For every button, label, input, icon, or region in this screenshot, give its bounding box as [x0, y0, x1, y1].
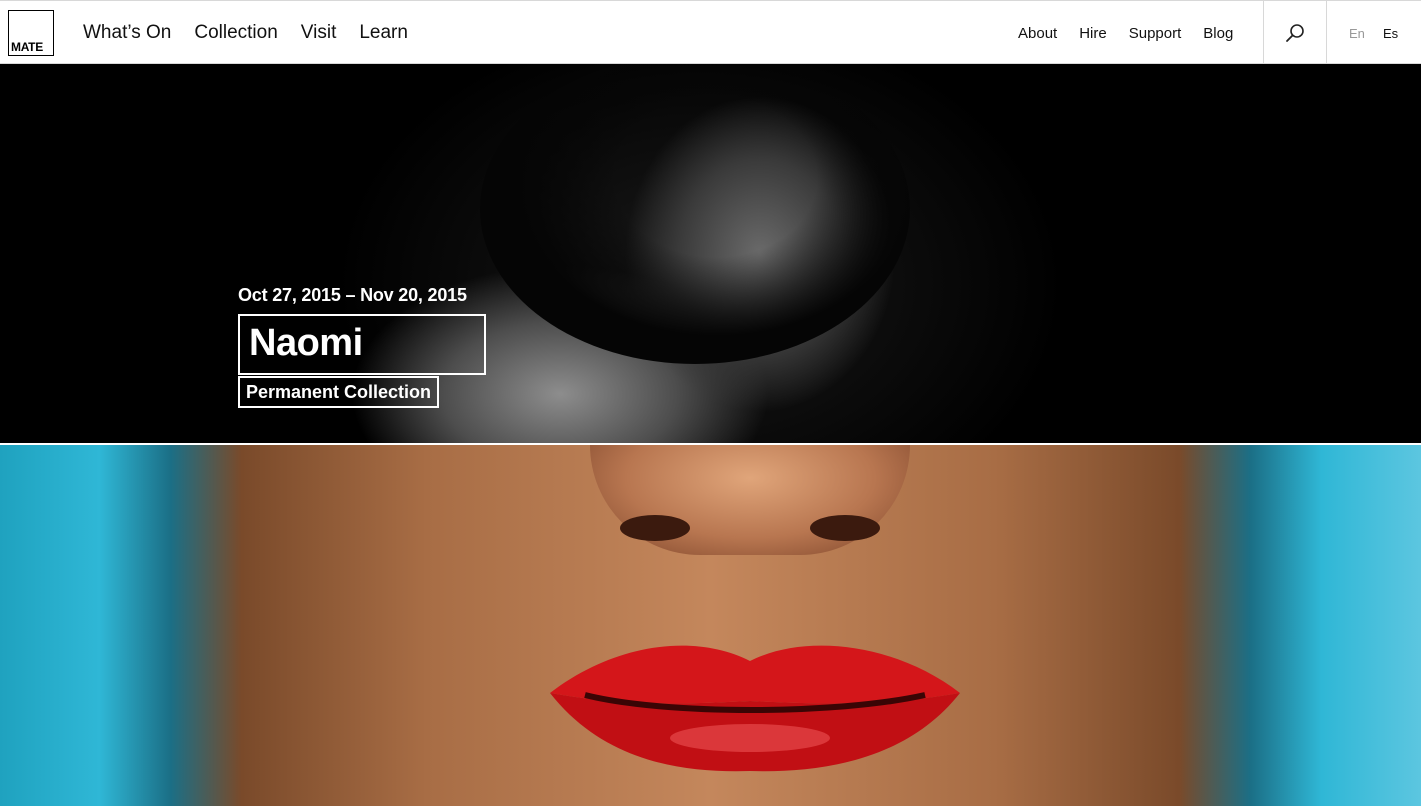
nav-about[interactable]: About	[1018, 25, 1057, 42]
feature-image[interactable]	[0, 445, 1421, 806]
nav-whats-on[interactable]: What’s On	[83, 22, 171, 44]
lang-es[interactable]: Es	[1383, 1, 1398, 65]
search-icon	[1286, 23, 1304, 42]
lang-en[interactable]: En	[1349, 1, 1365, 65]
photo-lips	[550, 645, 960, 772]
exhibition-title-box[interactable]: Naomi	[238, 314, 486, 375]
hero-caption: Oct 27, 2015 – Nov 20, 2015 Naomi Perman…	[238, 285, 486, 408]
nav-collection[interactable]: Collection	[194, 22, 277, 44]
header-divider	[1326, 1, 1327, 64]
hero-photo-shading	[480, 64, 910, 364]
exhibition-title: Naomi	[249, 322, 363, 364]
search-button[interactable]	[1264, 1, 1326, 64]
hero-banner[interactable]: Oct 27, 2015 – Nov 20, 2015 Naomi Perman…	[0, 64, 1421, 443]
main-nav: What’s On Collection Visit Learn	[83, 1, 408, 65]
exhibition-dates: Oct 27, 2015 – Nov 20, 2015	[238, 285, 467, 305]
nav-visit[interactable]: Visit	[301, 22, 337, 44]
site-header: MATE What’s On Collection Visit Learn Ab…	[0, 0, 1421, 64]
nav-hire[interactable]: Hire	[1079, 25, 1107, 42]
logo-text: MATE	[11, 40, 43, 54]
nav-learn[interactable]: Learn	[359, 22, 408, 44]
secondary-nav: About Hire Support Blog	[1018, 1, 1233, 65]
photo-nostril	[620, 515, 690, 541]
nav-support[interactable]: Support	[1129, 25, 1182, 42]
exhibition-category[interactable]: Permanent Collection	[238, 376, 440, 408]
mate-logo[interactable]: MATE	[8, 10, 54, 56]
nav-blog[interactable]: Blog	[1203, 25, 1233, 42]
photo-nostril	[810, 515, 880, 541]
